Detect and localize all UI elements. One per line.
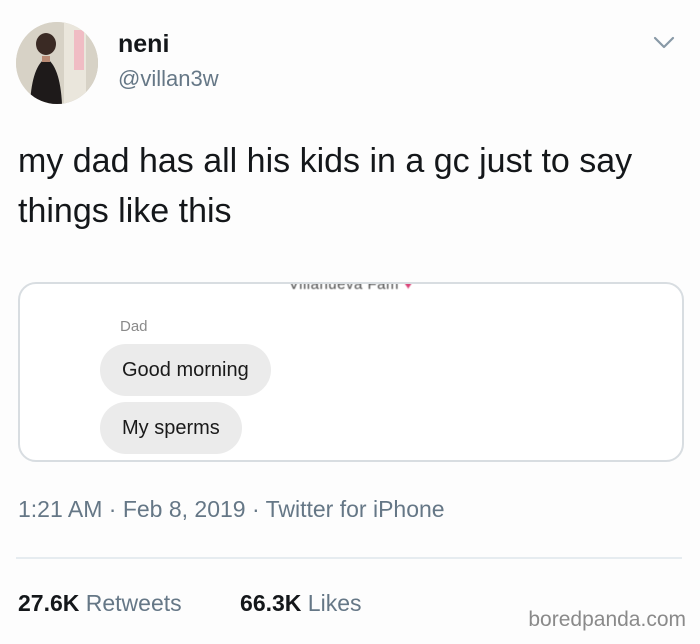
- chevron-down-icon[interactable]: [652, 34, 676, 52]
- user-handle[interactable]: @villan3w: [118, 66, 219, 92]
- embedded-screenshot-card[interactable]: Villanueva Fam ♥ Dad Good morning My spe…: [18, 282, 684, 462]
- likes-stat[interactable]: 66.3K Likes: [240, 590, 361, 617]
- likes-count: 66.3K: [240, 590, 302, 616]
- retweets-count: 27.6K: [18, 590, 80, 616]
- tweet-stats: 27.6K Retweets 66.3K Likes: [18, 590, 362, 617]
- message-sender: Dad: [120, 318, 148, 335]
- display-name[interactable]: neni: [118, 30, 169, 59]
- chat-header-title: Villanueva Fam: [288, 282, 400, 293]
- chat-header: Villanueva Fam ♥: [20, 282, 682, 293]
- divider: [16, 557, 682, 559]
- tweet-timestamp[interactable]: 1:21 AM · Feb 8, 2019 · Twitter for iPho…: [18, 496, 445, 523]
- watermark: boredpanda.com: [528, 608, 686, 631]
- avatar[interactable]: [16, 22, 98, 104]
- retweets-label: Retweets: [85, 590, 182, 616]
- tweet-screenshot: neni @villan3w my dad has all his kids i…: [0, 0, 700, 644]
- heart-icon: ♥: [403, 282, 414, 293]
- retweets-stat[interactable]: 27.6K Retweets: [18, 590, 182, 617]
- message-bubble: Good morning: [100, 344, 271, 396]
- likes-label: Likes: [307, 590, 362, 616]
- message-bubble: My sperms: [100, 402, 242, 454]
- tweet-text: my dad has all his kids in a gc just to …: [18, 142, 633, 230]
